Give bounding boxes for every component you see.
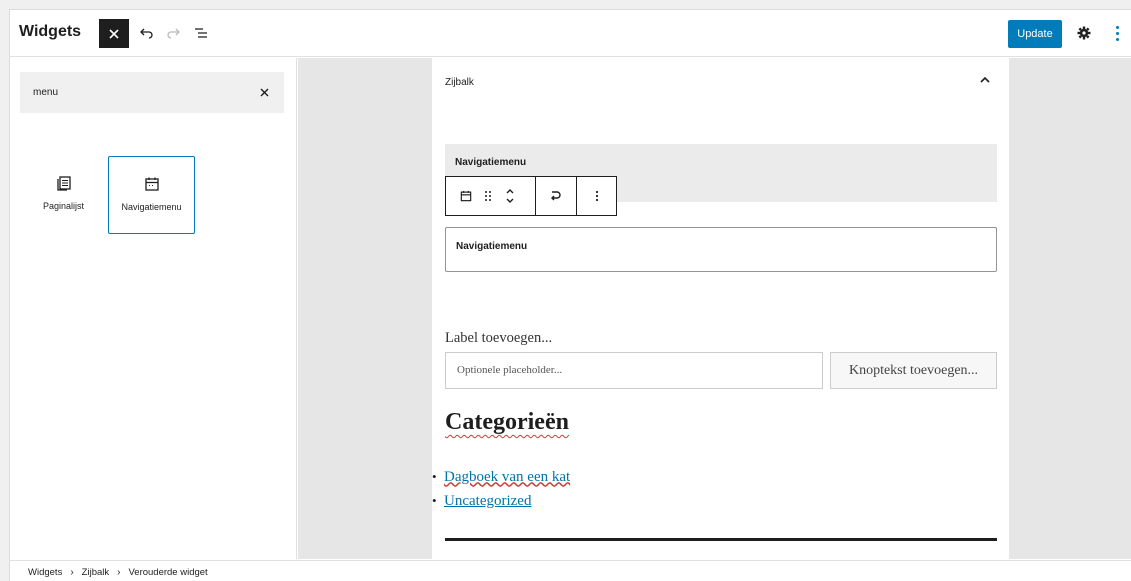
list-view-icon xyxy=(195,28,207,38)
undo-button[interactable] xyxy=(136,22,158,44)
search-widget-button[interactable]: Knoptekst toevoegen... xyxy=(830,352,997,389)
options-button[interactable] xyxy=(1110,22,1124,44)
search-widget-row: Optionele placeholder... Knoptekst toevo… xyxy=(445,352,997,389)
drag-handle-icon xyxy=(485,191,491,201)
search-widget-label[interactable]: Label toevoegen... xyxy=(445,330,997,347)
toolbar-group-link xyxy=(536,177,577,215)
navigation-placeholder-field[interactable]: Navigatiemenu xyxy=(445,227,997,272)
toolbar-group-block xyxy=(446,177,536,215)
search-widget-placeholder: Optionele placeholder... xyxy=(457,364,563,376)
close-inserter-button[interactable] xyxy=(99,19,129,48)
search-widget-input[interactable]: Optionele placeholder... xyxy=(445,352,823,389)
widget-area-title[interactable]: Zijbalk xyxy=(445,77,474,88)
chevron-up-icon[interactable] xyxy=(977,72,993,88)
settings-button[interactable] xyxy=(1074,23,1094,43)
widgets-editor: Widgets Update menu Paginalijst Navigati… xyxy=(9,9,1131,581)
list-view-button[interactable] xyxy=(190,22,212,44)
category-link[interactable]: Uncategorized xyxy=(444,493,531,510)
more-vertical-icon xyxy=(1115,25,1119,29)
breadcrumb: Widgets › Zijbalk › Verouderde widget xyxy=(28,567,208,578)
navigation-block-title: Navigatiemenu xyxy=(455,157,527,168)
add-submenu-button[interactable] xyxy=(545,184,567,208)
search-value[interactable]: menu xyxy=(33,87,58,98)
add-submenu-icon xyxy=(551,191,561,201)
chevron-right-icon: › xyxy=(70,567,74,578)
block-search-input[interactable]: menu xyxy=(20,72,284,113)
search-widget: Label toevoegen... Optionele placeholder… xyxy=(445,330,997,389)
chevron-right-icon: › xyxy=(117,567,121,578)
page-title: Widgets xyxy=(19,23,82,40)
update-button[interactable]: Update xyxy=(1008,20,1062,48)
block-item-label: Paginalijst xyxy=(42,201,85,211)
chevron-up-down-icon xyxy=(506,189,514,203)
block-inserter-panel: menu Paginalijst Navigatiemenu xyxy=(10,58,297,559)
list-item: • Uncategorized xyxy=(432,492,532,510)
close-icon xyxy=(260,88,268,96)
block-type-button[interactable] xyxy=(455,184,477,208)
navigation-icon xyxy=(144,177,159,191)
block-toolbar xyxy=(445,176,617,216)
categories-heading: Categorieën xyxy=(445,409,569,435)
breadcrumb-item[interactable]: Widgets xyxy=(28,567,62,578)
category-link[interactable]: Dagboek van een kat xyxy=(444,469,570,486)
clear-search-button[interactable] xyxy=(254,82,274,102)
block-item-page-list[interactable]: Paginalijst xyxy=(20,156,107,234)
editor-header: Widgets Update xyxy=(10,10,1131,57)
navigation-placeholder-text: Navigatiemenu xyxy=(456,241,528,252)
editor-canvas: Zijbalk Navigatiemenu Navigatiemenu Labe… xyxy=(298,58,1131,559)
close-icon xyxy=(109,28,119,39)
widget-area: Zijbalk Navigatiemenu Navigatiemenu Labe… xyxy=(432,58,1009,559)
breadcrumb-item[interactable]: Zijbalk xyxy=(82,567,109,578)
separator xyxy=(445,538,997,541)
categories-list: • Dagboek van een kat • Uncategorized xyxy=(432,465,570,513)
drag-handle[interactable] xyxy=(477,184,499,208)
more-vertical-icon xyxy=(595,190,598,202)
navigation-icon xyxy=(460,190,472,202)
block-breadcrumb: Widgets › Zijbalk › Verouderde widget xyxy=(10,560,1131,581)
block-options-button[interactable] xyxy=(586,184,608,208)
block-item-label: Navigatiemenu xyxy=(121,202,182,212)
redo-icon xyxy=(167,28,180,39)
redo-button[interactable] xyxy=(162,22,184,44)
breadcrumb-item[interactable]: Verouderde widget xyxy=(128,567,207,578)
move-up-down-button[interactable] xyxy=(499,184,521,208)
page-list-icon xyxy=(56,176,71,191)
list-item: • Dagboek van een kat xyxy=(432,468,571,486)
gear-icon xyxy=(1077,26,1091,40)
block-item-navigation[interactable]: Navigatiemenu xyxy=(108,156,195,234)
toolbar-group-more xyxy=(577,177,616,215)
undo-icon xyxy=(140,28,153,39)
